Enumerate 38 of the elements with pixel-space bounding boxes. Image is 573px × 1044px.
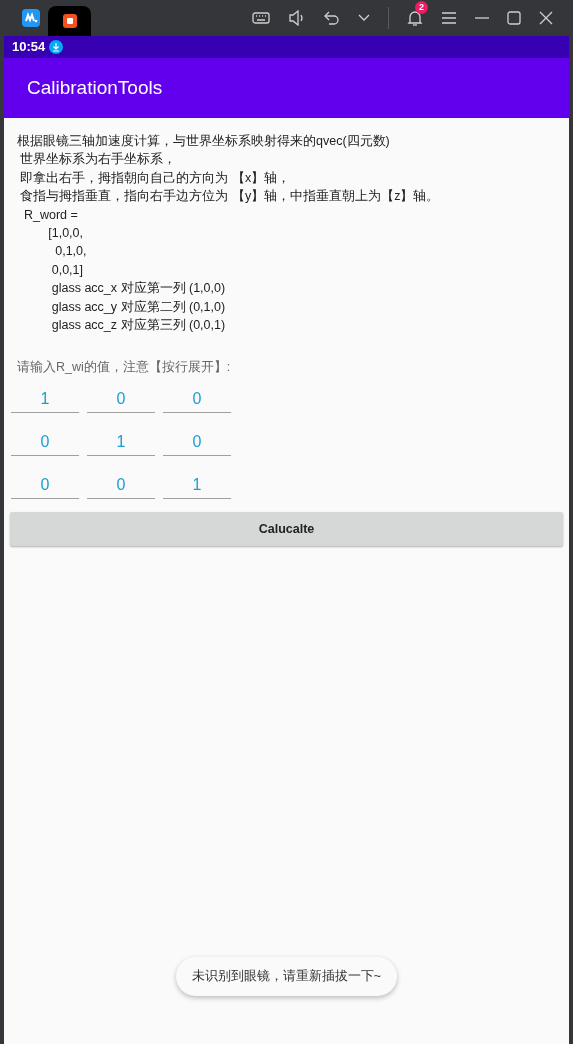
chevron-down-icon[interactable]	[358, 14, 370, 22]
description-line: 世界坐标系为右手坐标系，	[19, 151, 178, 169]
description-line: 0,1,0,	[54, 243, 88, 261]
close-icon[interactable]	[539, 11, 553, 25]
matrix-input[interactable]: 0	[163, 428, 231, 457]
maximize-icon[interactable]	[507, 11, 521, 25]
download-icon	[49, 40, 64, 54]
matrix-input[interactable]: 1	[163, 471, 231, 500]
browser-tab[interactable]	[48, 6, 91, 36]
description-line: glass acc_x 对应第一列 (1,0,0)	[50, 280, 227, 298]
undo-icon[interactable]	[324, 11, 340, 25]
bell-icon[interactable]	[407, 9, 423, 27]
speaker-icon[interactable]	[288, 10, 306, 26]
description-line: 根据眼镜三轴加速度计算，与世界坐标系映射得来的qvec(四元数)	[17, 133, 391, 150]
description-line: 0,0,1]	[50, 261, 84, 279]
app-title: CalibrationTools	[27, 75, 163, 100]
description-line: 即拿出右手，拇指朝向自己的方向为 【x】轴，	[19, 169, 292, 187]
calculate-button[interactable]: Calucalte	[10, 512, 563, 547]
description-line: glass acc_z 对应第三列 (0,0,1)	[50, 317, 227, 335]
status-time: 10:54	[12, 38, 46, 57]
matrix-input[interactable]: 1	[87, 428, 155, 457]
matrix-input[interactable]: 0	[163, 385, 231, 414]
menu-icon[interactable]	[441, 11, 457, 25]
description-line: R_word =	[22, 206, 79, 224]
description-line: glass acc_y 对应第二列 (0,1,0)	[50, 298, 227, 316]
description-line: [1,0,0,	[47, 225, 84, 243]
notification-badge: 2	[415, 1, 428, 14]
matrix-prompt: 请输入R_wi的值，注意【按行展开】:	[17, 359, 232, 377]
matrix-input[interactable]: 0	[87, 471, 155, 500]
description-line: 食指与拇指垂直，指向右手边方位为 【y】轴，中指垂直朝上为【z】轴。	[19, 188, 441, 206]
app-icon[interactable]	[22, 9, 40, 27]
toast-message: 未识别到眼镜，请重新插拔一下~	[175, 957, 398, 996]
matrix-input[interactable]: 0	[87, 385, 155, 414]
keyboard-icon[interactable]	[252, 12, 270, 24]
app-icon	[62, 14, 77, 28]
matrix-input[interactable]: 0	[11, 428, 79, 457]
matrix-input[interactable]: 0	[11, 471, 79, 500]
matrix-input[interactable]: 1	[11, 385, 79, 414]
